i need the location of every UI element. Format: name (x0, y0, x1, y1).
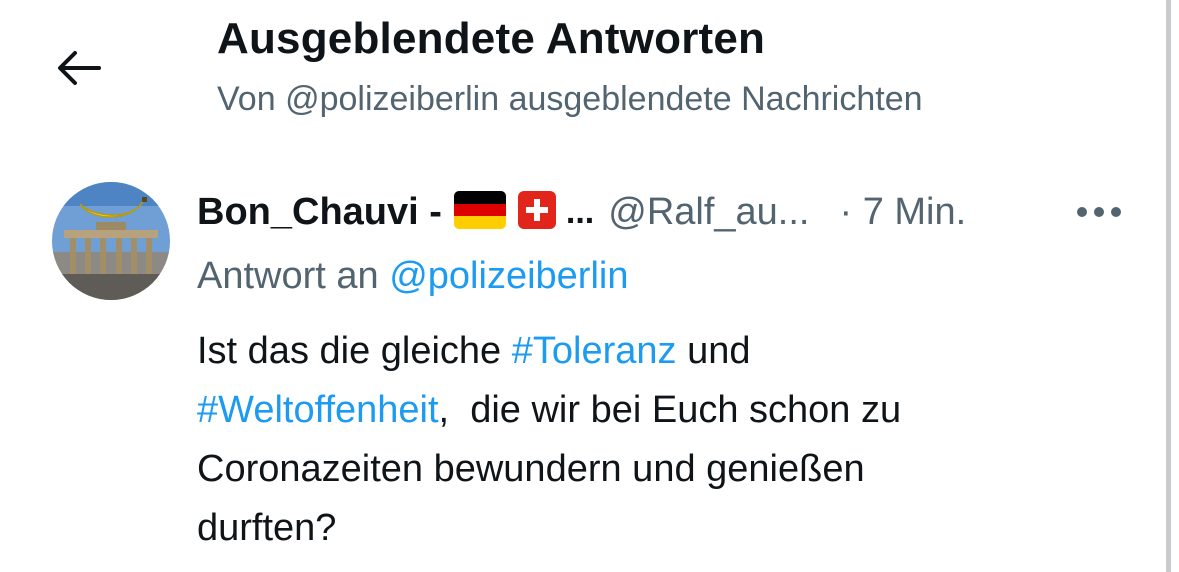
user-handle[interactable]: @Ralf_au... (608, 191, 809, 234)
avatar-image (52, 182, 170, 300)
reply-to-link[interactable]: @polizeiberlin (389, 255, 628, 297)
post-text-line-2: #Weltoffenheit, die wir bei Euch schon z… (197, 381, 1097, 440)
scrollbar[interactable] (1166, 0, 1171, 572)
post-text-line-4: durften? (197, 499, 1097, 558)
reply-context: Antwort an @polizeiberlin (197, 255, 628, 298)
hashtag-weltoffenheit-link[interactable]: #Weltoffenheit (197, 389, 439, 431)
avatar[interactable] (52, 182, 170, 300)
back-button[interactable] (50, 40, 106, 96)
more-options-icon (1077, 207, 1121, 217)
more-options-button[interactable] (1074, 196, 1124, 228)
reply-prefix: Antwort an (197, 255, 379, 297)
post-time[interactable]: · 7 Min. (839, 191, 966, 234)
post-text: Ist das die gleiche #Toleranz und #Welto… (197, 322, 1097, 558)
page-title: Ausgeblendete Antworten (217, 14, 766, 63)
flag-switzerland-icon (517, 190, 556, 234)
post-text-part: durften? (197, 507, 337, 549)
hashtag-toleranz-link[interactable]: #Toleranz (512, 330, 677, 372)
post-text-line-3: Coronazeiten bewundern und genießen (197, 440, 1097, 499)
post-text-part: Ist das die gleiche (197, 330, 512, 372)
post-text-part: und (676, 330, 751, 372)
post-text-part: , die wir bei Euch schon zu (438, 389, 902, 431)
display-name[interactable]: Bon_Chauvi - (197, 191, 442, 234)
post-text-line-1: Ist das die gleiche #Toleranz und (197, 322, 1097, 381)
post-text-part: Coronazeiten bewundern und genießen (197, 448, 865, 490)
flag-germany-icon (453, 190, 506, 234)
display-name-ellipsis: ... (565, 192, 595, 231)
arrow-left-icon (58, 51, 101, 85)
post-header: Bon_Chauvi - ... @Ralf_au... · 7 Min. (197, 184, 1137, 240)
page-subtitle: Von @polizeiberlin ausgeblendete Nachric… (217, 80, 923, 118)
